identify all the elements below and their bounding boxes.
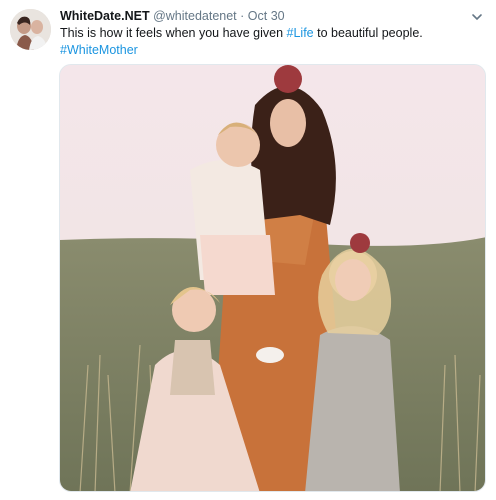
photo-image	[60, 65, 485, 491]
hashtag-whitemother[interactable]: #WhiteMother	[60, 43, 138, 57]
chevron-down-icon[interactable]	[470, 10, 484, 24]
tweet-text-part: to beautiful people.	[313, 26, 423, 40]
tweet-date[interactable]: Oct 30	[248, 9, 285, 23]
hashtag-life[interactable]: #Life	[287, 26, 314, 40]
tweet-header: WhiteDate.NET @whitedatenet · Oct 30	[60, 8, 466, 25]
author-handle[interactable]: @whitedatenet	[153, 9, 237, 23]
tweet-text: This is how it feels when you have given…	[60, 25, 476, 59]
tweet-photo[interactable]	[59, 64, 486, 492]
tweet: WhiteDate.NET @whitedatenet · Oct 30 Thi…	[0, 0, 496, 500]
author-name[interactable]: WhiteDate.NET	[60, 9, 150, 23]
separator: ·	[240, 9, 245, 23]
avatar-image	[10, 9, 51, 50]
tweet-text-part: This is how it feels when you have given	[60, 26, 287, 40]
avatar[interactable]	[10, 9, 51, 50]
